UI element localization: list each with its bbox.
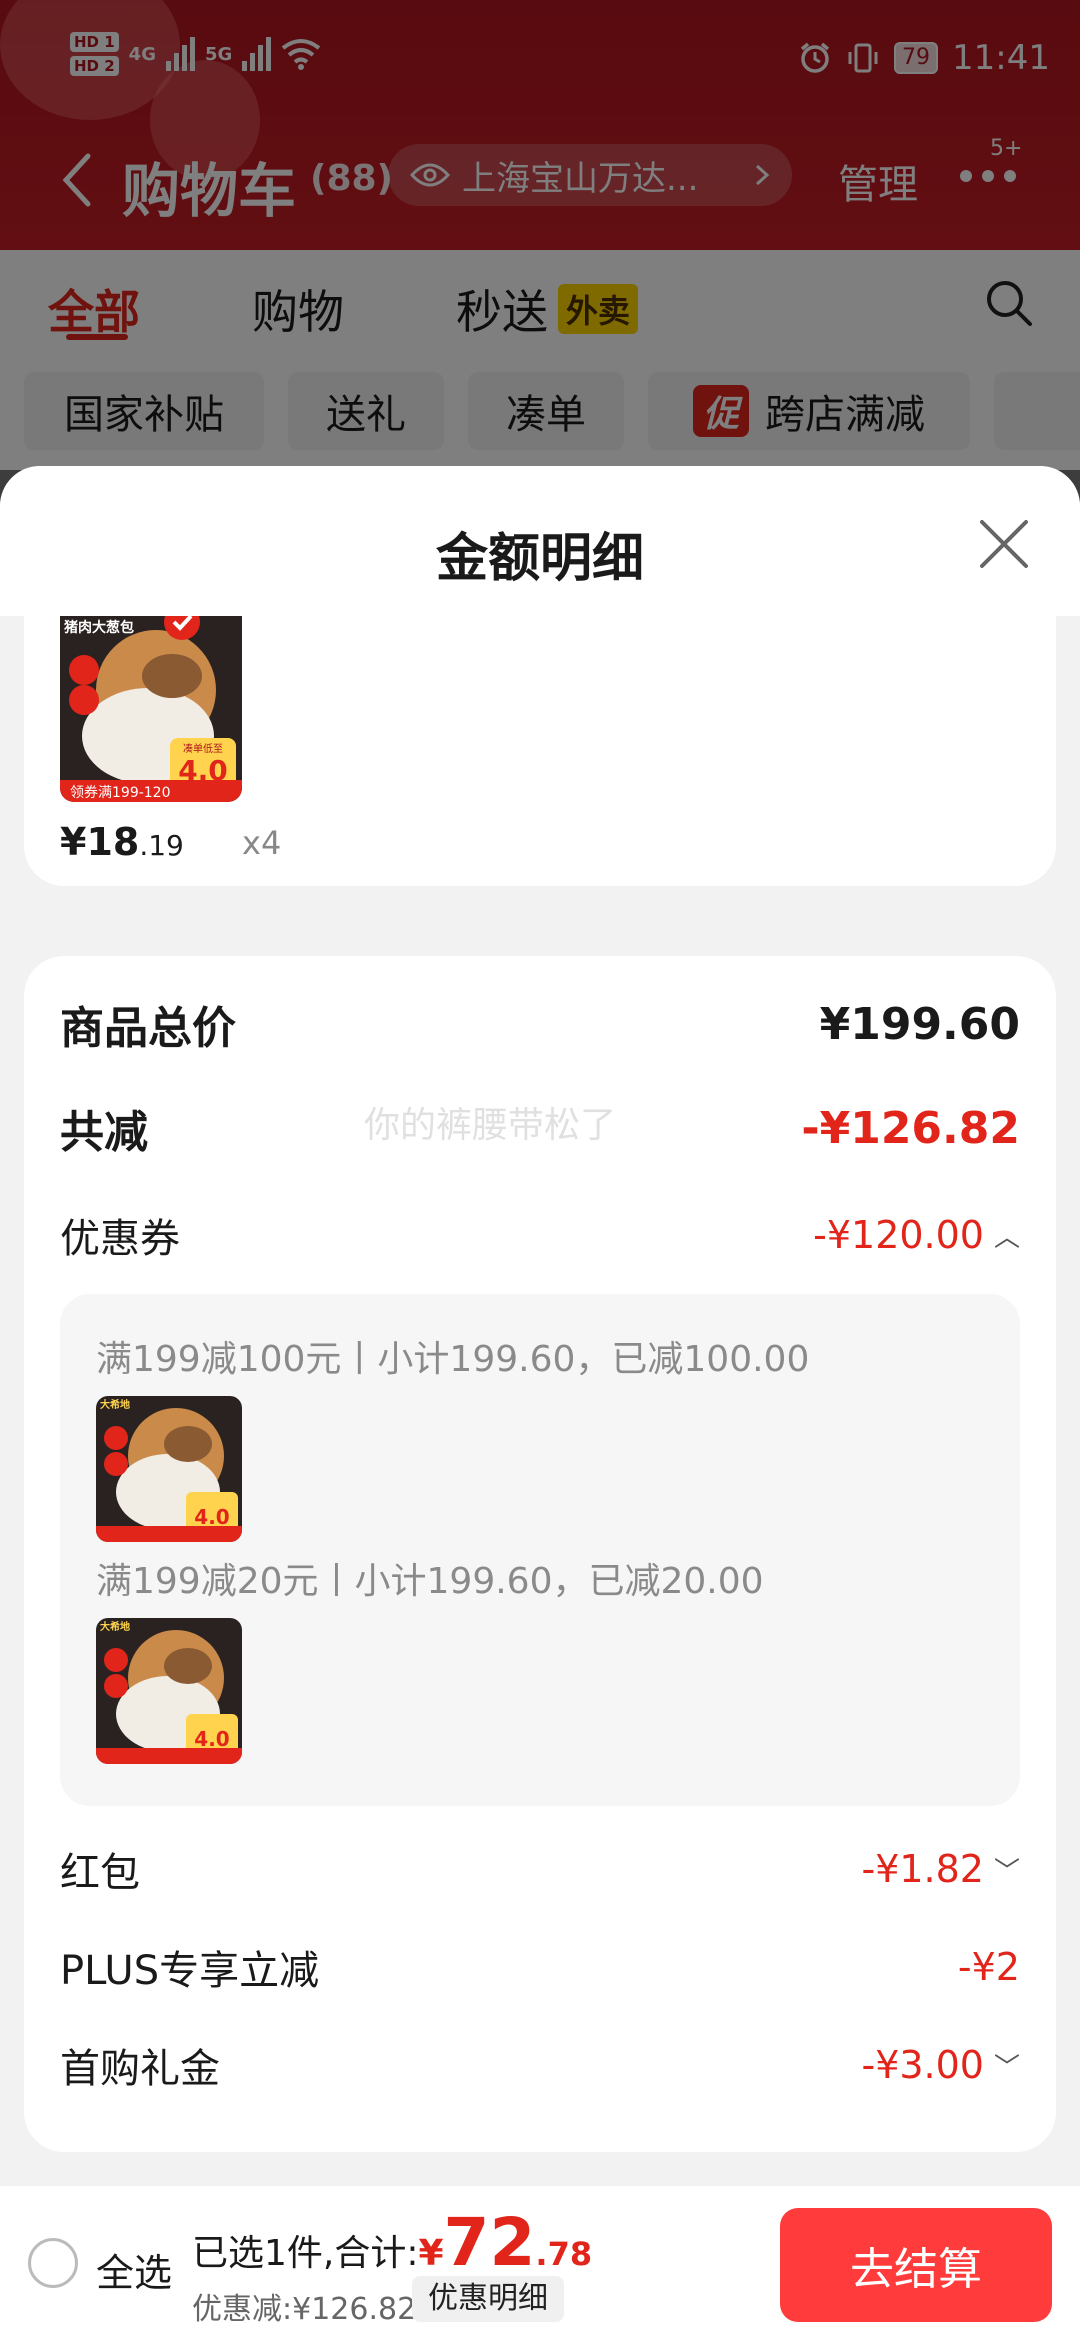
coupon-line: 满199减20元丨小计199.60，已减20.00 <box>96 1561 764 1602</box>
sheet-title: 金额明细 <box>435 529 644 589</box>
sheet-header: 金额明细 <box>0 466 1080 616</box>
row-plus-discount: PLUS专享立减 -¥2 <box>60 1938 1020 1996</box>
total-integer: 72 <box>443 2204 536 2281</box>
red-packet-value: -¥1.82 <box>861 1847 984 1891</box>
chevron-up-icon[interactable]: ︿ <box>994 1217 1020 1254</box>
amount-detail-sheet: 金额明细 猪肉大葱包 凑单低至 4.0 领券满199-120 ¥18.19 x4… <box>0 466 1080 2186</box>
row-red-packet[interactable]: 红包 -¥1.82 ﹀ <box>60 1840 1020 1898</box>
checkout-button[interactable]: 去结算 <box>780 2208 1052 2322</box>
coupon-detail-box: 满199减100元丨小计199.60，已减100.00 4.0 大希地 满199减… <box>60 1294 1020 1806</box>
product-quantity: x4 <box>242 824 282 862</box>
product-price: ¥18.19 <box>60 820 184 864</box>
first-purchase-value: -¥3.00 <box>861 2043 984 2087</box>
coupon-product-discount: 4.0 <box>194 1727 229 1751</box>
product-card: 猪肉大葱包 凑单低至 4.0 领券满199-120 ¥18.19 x4 <box>24 616 1056 886</box>
row-total-discount: 共减 -¥126.82 <box>60 1096 1020 1160</box>
goods-total-label: 商品总价 <box>60 1003 236 1054</box>
total-summary: 已选1件,合计: ¥ 72 .78 <box>192 2204 592 2281</box>
chevron-down-icon[interactable]: ﹀ <box>994 2047 1020 2084</box>
selected-count-text: 已选1件,合计: <box>192 2233 419 2274</box>
coupon-product-discount: 4.0 <box>194 1505 229 1529</box>
coupon-product-image: 4.0 大希地 <box>96 1618 242 1764</box>
row-goods-total: 商品总价 ¥199.60 <box>60 992 1020 1056</box>
coupon-value: -¥120.00 <box>813 1213 984 1257</box>
product-image-coupon: 领券满199-120 <box>70 785 171 801</box>
product-image-name: 猪肉大葱包 <box>63 619 134 636</box>
checkout-bar: 全选 已选1件,合计: ¥ 72 .78 优惠减:¥126.82 优惠明细 去结… <box>0 2186 1080 2340</box>
discount-detail-button[interactable]: 优惠明细 <box>412 2276 564 2322</box>
row-coupon[interactable]: 优惠券 -¥120.00 ︿ <box>60 1206 1020 1264</box>
coupon-product-brand: 大希地 <box>100 1620 130 1633</box>
coupon-product-image: 4.0 大希地 <box>96 1396 242 1542</box>
saved-amount: 优惠减:¥126.82 <box>192 2292 417 2327</box>
total-currency: ¥ <box>418 2233 444 2274</box>
red-packet-label: 红包 <box>60 1850 140 1896</box>
row-first-purchase[interactable]: 首购礼金 -¥3.00 ﹀ <box>60 2036 1020 2094</box>
plus-discount-value: -¥2 <box>957 1945 1020 1989</box>
total-decimal: .78 <box>535 2235 593 2273</box>
total-discount-value: -¥126.82 <box>801 1102 1020 1154</box>
product-image[interactable]: 猪肉大葱包 凑单低至 4.0 领券满199-120 <box>60 616 242 802</box>
coupon-line: 满199减100元丨小计199.60，已减100.00 <box>96 1339 810 1380</box>
first-purchase-label: 首购礼金 <box>60 2046 220 2092</box>
goods-total-value: ¥199.60 <box>819 998 1020 1050</box>
close-icon[interactable] <box>978 518 1030 570</box>
select-all-checkbox[interactable] <box>28 2238 78 2288</box>
chevron-down-icon[interactable]: ﹀ <box>994 1851 1020 1888</box>
total-discount-label: 共减 <box>60 1107 148 1158</box>
plus-discount-label: PLUS专享立减 <box>60 1948 320 1994</box>
select-all-label[interactable]: 全选 <box>96 2242 172 2297</box>
amount-breakdown-card: 商品总价 ¥199.60 你的裤腰带松了 共减 -¥126.82 优惠券 -¥1… <box>24 956 1056 2152</box>
coupon-product-brand: 大希地 <box>100 1398 130 1411</box>
coupon-label: 优惠券 <box>60 1216 180 1262</box>
